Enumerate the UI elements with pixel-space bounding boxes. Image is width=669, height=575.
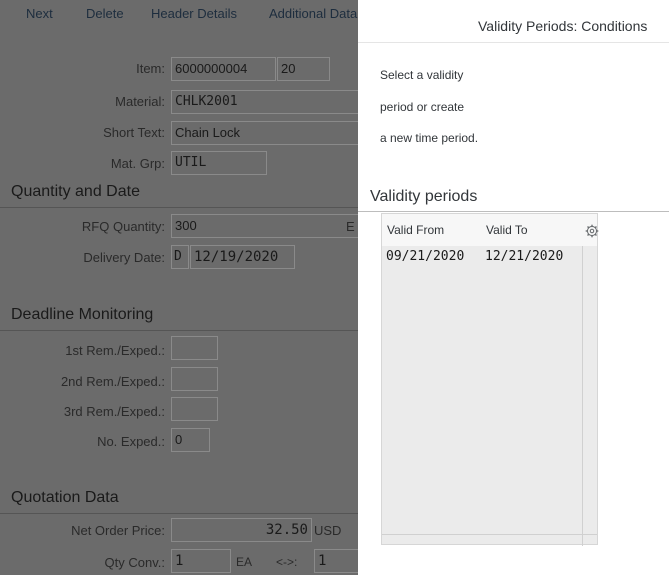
table-footer-divider bbox=[382, 534, 597, 535]
net-price-field[interactable]: 32.50 bbox=[171, 518, 312, 542]
quotation-section-title: Quotation Data bbox=[11, 489, 119, 506]
validity-periods-title: Validity periods bbox=[370, 188, 478, 205]
first-rem-label: 1st Rem./Exped.: bbox=[65, 343, 165, 358]
net-price-label: Net Order Price: bbox=[71, 523, 165, 538]
delivery-date-label: Delivery Date: bbox=[83, 250, 165, 265]
row-valid-from: 09/21/2020 bbox=[386, 249, 465, 264]
short-text-field[interactable]: Chain Lock bbox=[171, 121, 358, 145]
instruction-line-1: Select a validity bbox=[380, 68, 464, 82]
table-header: Valid From Valid To bbox=[382, 214, 599, 246]
no-exped-field[interactable]: 0 bbox=[171, 428, 210, 452]
third-rem-field[interactable] bbox=[171, 397, 218, 421]
delivery-date-field[interactable]: 12/19/2020 bbox=[190, 245, 295, 269]
currency-label: USD bbox=[314, 523, 342, 538]
validity-periods-dialog: Validity Periods: Conditions Select a va… bbox=[358, 0, 669, 575]
header-details-button[interactable]: Header Details bbox=[151, 6, 237, 21]
second-rem-label: 2nd Rem./Exped.: bbox=[60, 374, 165, 389]
instruction-line-2: period or create bbox=[380, 100, 465, 114]
material-label: Material: bbox=[115, 94, 165, 109]
short-text-label: Short Text: bbox=[103, 125, 165, 140]
qty-conv-field-2[interactable]: 1 bbox=[314, 549, 358, 573]
section-divider bbox=[0, 330, 358, 331]
first-rem-field[interactable] bbox=[171, 336, 218, 360]
third-rem-label: 3rd Rem./Exped.: bbox=[63, 404, 165, 419]
section-divider bbox=[0, 207, 358, 208]
delete-button[interactable]: Delete bbox=[86, 6, 124, 21]
row-valid-to: 12/21/2020 bbox=[485, 249, 564, 264]
gear-icon[interactable] bbox=[585, 224, 599, 238]
quantity-date-section-title: Quantity and Date bbox=[11, 183, 140, 200]
item-number-field[interactable]: 6000000004 bbox=[171, 57, 276, 81]
mat-grp-field[interactable]: UTIL bbox=[171, 151, 267, 175]
no-exped-label: No. Exped.: bbox=[97, 434, 165, 449]
mat-grp-label: Mat. Grp: bbox=[110, 156, 165, 171]
column-valid-from[interactable]: Valid From bbox=[387, 223, 444, 237]
additional-data-button[interactable]: Additional Data bbox=[269, 6, 357, 21]
table-column-separator bbox=[582, 246, 583, 546]
toolbar: Next Delete Header Details Additional Da… bbox=[0, 0, 358, 28]
dialog-header-divider bbox=[358, 42, 669, 43]
validity-periods-divider bbox=[358, 211, 669, 212]
rfq-quantity-field[interactable]: 300 bbox=[171, 214, 358, 238]
dialog-title: Validity Periods: Conditions bbox=[478, 18, 648, 34]
conversion-arrow-label: <->: bbox=[276, 555, 298, 569]
deadline-section-title: Deadline Monitoring bbox=[11, 306, 154, 323]
item-position-field[interactable]: 20 bbox=[277, 57, 330, 81]
instruction-line-3: a new time period. bbox=[380, 131, 479, 145]
rfq-quantity-label: RFQ Quantity: bbox=[81, 219, 165, 234]
column-valid-to[interactable]: Valid To bbox=[486, 223, 528, 237]
second-rem-field[interactable] bbox=[171, 367, 218, 391]
validity-periods-table: Valid From Valid To 09/21/2020 12/21/202… bbox=[381, 213, 599, 546]
material-field[interactable]: CHLK2001 bbox=[171, 90, 358, 114]
qty-conv-label: Qty Conv.: bbox=[104, 555, 165, 570]
item-label: Item: bbox=[136, 61, 165, 76]
qty-conv-field[interactable]: 1 bbox=[171, 549, 231, 573]
qty-conv-unit-label: EA bbox=[236, 555, 253, 569]
section-divider bbox=[0, 513, 358, 514]
background-screen: Next Delete Header Details Additional Da… bbox=[0, 0, 358, 575]
delivery-date-type-field[interactable]: D bbox=[171, 245, 189, 269]
rfq-unit-label: E bbox=[346, 219, 355, 234]
next-button[interactable]: Next bbox=[26, 6, 53, 21]
